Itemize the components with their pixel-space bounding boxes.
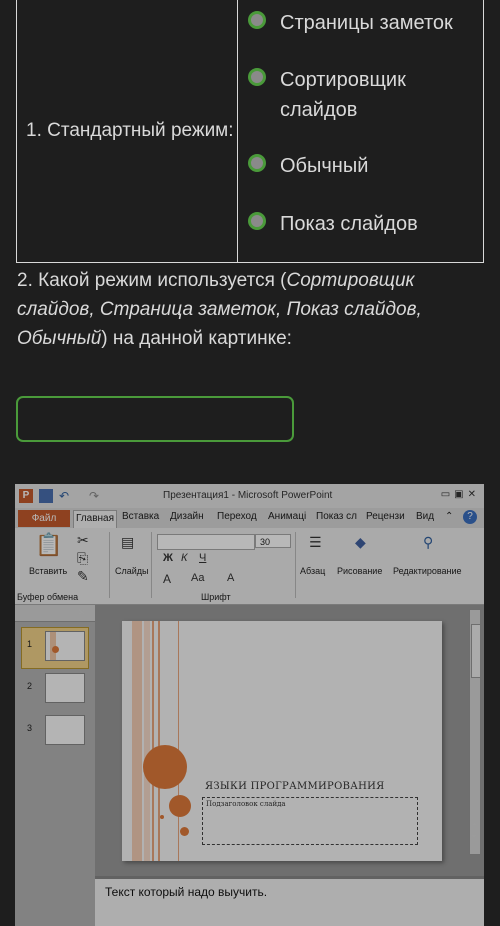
tab-view[interactable]: Вид (416, 511, 434, 522)
radio-button[interactable] (248, 212, 266, 230)
bold-icon[interactable]: Ж (163, 552, 173, 564)
radio-button[interactable] (248, 11, 266, 29)
copy-icon[interactable]: ⎘ (77, 550, 88, 567)
option-label: Страницы заметок (280, 12, 453, 34)
option-slideshow[interactable]: Показ слайдов (248, 209, 418, 239)
subtitle-text: Подзаголовок слайда (206, 800, 286, 808)
tab-file[interactable]: Файл (18, 510, 70, 527)
find-icon[interactable]: ⚲ (423, 534, 433, 551)
option-label: Показ слайдов (280, 213, 418, 235)
drawing-button[interactable]: Рисование (337, 566, 382, 576)
restore-icon[interactable]: ▣ (454, 489, 463, 500)
help-icon[interactable]: ? (463, 510, 477, 524)
title-bar: P ↶ ↷ Презентация1 - Microsoft PowerPoin… (15, 484, 484, 508)
scrollbar-thumb[interactable] (471, 624, 481, 678)
window-title: Презентация1 - Microsoft PowerPoint (163, 490, 333, 501)
tab-review[interactable]: Рецензи (366, 511, 405, 522)
tab-transitions[interactable]: Переход (217, 511, 257, 522)
change-case-icon[interactable]: Aa (191, 572, 204, 584)
font-group-label: Шрифт (201, 592, 231, 602)
font-size-select[interactable]: 30 (255, 534, 291, 548)
font-color-icon[interactable]: A (163, 572, 171, 586)
slides-pane: ▫ ≡ ✕ 1 2 3 (15, 605, 95, 926)
slide-number: 2 (27, 681, 33, 691)
close-icon[interactable]: ✕ (468, 489, 476, 500)
save-icon[interactable] (39, 489, 53, 503)
underline-icon[interactable]: Ч (199, 552, 206, 564)
tab-design[interactable]: Дизайн (170, 511, 204, 522)
slide-canvas[interactable]: ЯЗЫКИ ПРОГРАММИРОВАНИЯ Подзаголовок слай… (122, 621, 442, 861)
paragraph-button[interactable]: Абзац (300, 566, 325, 576)
vertical-scrollbar[interactable]: ⏶ ⏷ (469, 609, 481, 855)
paragraph-icon[interactable]: ☰ (309, 534, 322, 551)
powerpoint-screenshot: P ↶ ↷ Презентация1 - Microsoft PowerPoin… (15, 484, 484, 926)
tab-home[interactable]: Главная (73, 510, 117, 528)
item-label-cell: 1. Стандартный режим: (17, 0, 238, 262)
new-slide-icon[interactable]: ▤ (121, 534, 134, 551)
slides-pane-header: ▫ ≡ ✕ (15, 605, 95, 622)
tab-animations[interactable]: Анимаці (268, 511, 306, 522)
paste-icon[interactable]: 📋 (35, 532, 62, 558)
decor-circle (180, 827, 189, 836)
clipboard-group-label: Буфер обмена (17, 592, 79, 602)
option-slide-sorter[interactable]: Сортировщик слайдов (248, 65, 438, 125)
grow-font-icon[interactable]: A (227, 572, 234, 584)
slide-number: 1 (27, 639, 33, 649)
powerpoint-logo-icon: P (19, 489, 33, 503)
item1-label: 1. Стандартный режим: (26, 119, 234, 141)
prev-slide-icon[interactable]: ⏶ (471, 820, 477, 830)
slides-button[interactable]: Слайды (115, 566, 149, 576)
format-painter-icon[interactable]: ✎ (77, 568, 89, 585)
next-slide-icon[interactable]: ⏷ (471, 832, 477, 842)
decor-circle (143, 745, 187, 789)
question-2: 2. Какой режим используется (Сортировщик… (17, 266, 477, 353)
option-label: Обычный (280, 155, 369, 177)
tab-slideshow[interactable]: Показ сл (316, 511, 357, 522)
editing-button[interactable]: Редактирование (393, 566, 462, 576)
option-notes-page[interactable]: Страницы заметок (248, 8, 453, 38)
question-text-end: ) на данной картинке: (101, 328, 292, 349)
cut-icon[interactable]: ✂ (77, 532, 89, 549)
slides-tab-icon[interactable]: ▫ (23, 607, 27, 619)
outline-tab-icon[interactable]: ≡ (49, 607, 55, 619)
tab-insert[interactable]: Вставка (122, 511, 159, 522)
drawing-icon[interactable]: ◆ (355, 534, 366, 551)
paste-button[interactable]: Вставить (29, 566, 67, 576)
italic-icon[interactable]: К (181, 552, 187, 564)
radio-button[interactable] (248, 68, 266, 86)
font-name-select[interactable] (157, 534, 255, 550)
slide-title[interactable]: ЯЗЫКИ ПРОГРАММИРОВАНИЯ (205, 781, 385, 792)
radio-button[interactable] (248, 154, 266, 172)
decor-circle (160, 815, 164, 819)
question-number: 2. (17, 270, 33, 291)
answer-input[interactable] (16, 396, 294, 442)
quiz-table: 1. Стандартный режим: Страницы заметок С… (16, 0, 484, 263)
minimize-icon[interactable]: ▭ (441, 489, 450, 500)
options-cell: Страницы заметок Сортировщик слайдов Обы… (238, 0, 483, 262)
option-normal[interactable]: Обычный (248, 151, 368, 181)
subtitle-placeholder[interactable]: Подзаголовок слайда (202, 797, 418, 845)
slide-thumbnail[interactable] (45, 631, 85, 661)
slide-thumbnail[interactable] (45, 715, 85, 745)
slide-number: 3 (27, 723, 33, 733)
option-label: Сортировщик слайдов (280, 69, 406, 121)
notes-text: Текст который надо выучить. (105, 885, 268, 899)
decor-circle (169, 795, 191, 817)
question-text: Какой режим используется ( (32, 270, 287, 291)
redo-icon[interactable]: ↷ (89, 489, 103, 503)
notes-pane[interactable]: Текст который надо выучить. (95, 876, 484, 926)
close-pane-icon[interactable]: ✕ (77, 606, 86, 619)
ribbon: 📋 Вставить ✂ ⎘ ✎ Буфер обмена ▤ Слайды 3… (15, 528, 484, 605)
collapse-ribbon-icon[interactable]: ⌃ (445, 511, 453, 522)
ribbon-tabs: Файл Главная Вставка Дизайн Переход Аним… (15, 508, 484, 528)
slide-thumbnail[interactable] (45, 673, 85, 703)
undo-icon[interactable]: ↶ (59, 489, 73, 503)
